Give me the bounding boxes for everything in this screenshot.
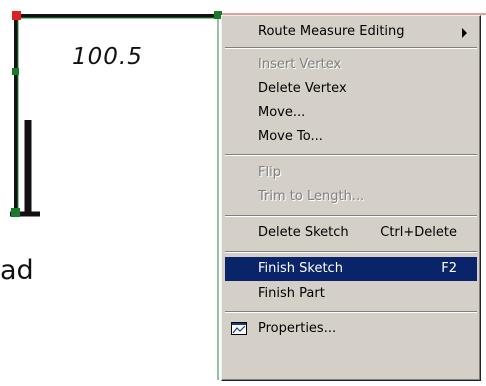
context-menu: Route Measure Editing Insert Vertex Dele… xyxy=(221,15,481,381)
menu-item-label: Delete Vertex xyxy=(258,81,347,96)
menu-item-finish-sketch[interactable]: Finish Sketch F2 xyxy=(225,257,477,281)
menu-item-shortcut: Ctrl+Delete xyxy=(380,225,457,240)
menu-separator xyxy=(225,311,477,313)
menu-item-finish-part[interactable]: Finish Part xyxy=(225,282,477,306)
menu-item-route-measure-editing[interactable]: Route Measure Editing xyxy=(225,20,477,44)
menu-item-label: Route Measure Editing xyxy=(258,24,405,39)
menu-item-shortcut: F2 xyxy=(441,261,457,276)
menu-item-label: Trim to Length... xyxy=(258,189,365,204)
menu-item-label: Delete Sketch xyxy=(258,225,349,240)
segment-length-label: 100.5 xyxy=(72,44,143,70)
menu-item-label: Insert Vertex xyxy=(258,57,342,72)
menu-item-label: Finish Sketch xyxy=(258,261,343,276)
menu-item-label: Move... xyxy=(258,105,306,120)
menu-item-insert-vertex: Insert Vertex xyxy=(225,53,477,77)
menu-item-move-to[interactable]: Move To... xyxy=(225,125,477,149)
vertex-bottom[interactable] xyxy=(11,208,20,217)
properties-icon xyxy=(231,322,247,335)
menu-item-label: Flip xyxy=(258,165,281,180)
menu-item-delete-vertex[interactable]: Delete Vertex xyxy=(225,77,477,101)
road-label: ad xyxy=(0,255,34,286)
menu-item-flip: Flip xyxy=(225,161,477,185)
menu-separator xyxy=(225,251,477,253)
start-vertex[interactable] xyxy=(12,11,21,20)
menu-item-delete-sketch[interactable]: Delete Sketch Ctrl+Delete xyxy=(225,221,477,245)
menu-item-label: Finish Part xyxy=(258,286,325,301)
menu-item-label: Move To... xyxy=(258,129,323,144)
menu-separator xyxy=(225,215,477,217)
vertex-middle[interactable] xyxy=(12,68,19,75)
submenu-arrow-icon xyxy=(462,28,467,38)
menu-item-move[interactable]: Move... xyxy=(225,101,477,125)
menu-item-trim-to-length: Trim to Length... xyxy=(225,185,477,209)
menu-item-label: Properties... xyxy=(258,321,337,336)
menu-separator xyxy=(225,47,477,49)
menu-item-properties[interactable]: Properties... xyxy=(225,317,477,341)
menu-separator xyxy=(225,154,477,156)
